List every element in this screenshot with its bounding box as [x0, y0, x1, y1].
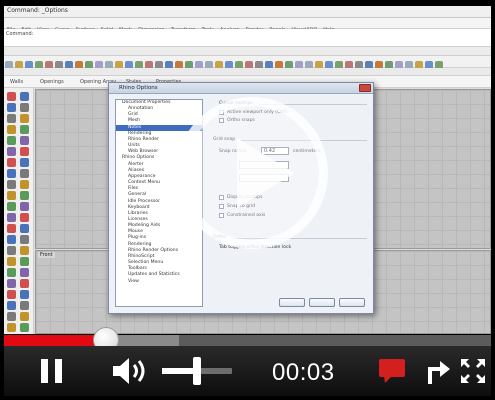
- side-tool-icon[interactable]: [7, 213, 16, 222]
- side-tool-icon[interactable]: [7, 224, 16, 233]
- toolbar-icons: [4, 56, 491, 69]
- side-tool-icon[interactable]: [20, 202, 29, 211]
- help-button[interactable]: [339, 298, 365, 307]
- side-tool-icon[interactable]: [7, 114, 16, 123]
- side-tool-icon[interactable]: [20, 235, 29, 244]
- progress-played: [4, 335, 107, 346]
- visualarq-openings[interactable]: Openings: [40, 79, 64, 85]
- side-tool-icon[interactable]: [7, 191, 16, 200]
- side-tool-icon[interactable]: [20, 103, 29, 112]
- side-tool-icon[interactable]: [20, 268, 29, 277]
- side-tool-icon[interactable]: [20, 147, 29, 156]
- side-tool-icon[interactable]: [7, 136, 16, 145]
- side-tool-icon[interactable]: [7, 147, 16, 156]
- visualarq-tabs: VisualARQ ObjectsVisualARQ Documentation…: [4, 68, 491, 83]
- side-tool-icon[interactable]: [20, 136, 29, 145]
- fullscreen-icon[interactable]: [460, 358, 486, 384]
- side-tool-icon[interactable]: [7, 92, 16, 101]
- side-tool-icon[interactable]: [20, 290, 29, 299]
- side-tool-icon[interactable]: [20, 169, 29, 178]
- side-tool-icon[interactable]: [20, 158, 29, 167]
- side-tool-icon[interactable]: [7, 323, 16, 332]
- dialog-close-button[interactable]: [359, 84, 371, 92]
- video-player: Command: _Options FileEditViewCurveSurfa…: [0, 0, 495, 400]
- play-overlay-button[interactable]: [176, 97, 328, 249]
- side-tool-icon[interactable]: [20, 279, 29, 288]
- volume-icon[interactable]: [111, 356, 149, 386]
- share-icon[interactable]: [425, 357, 451, 385]
- toolbar-tabs: StandardCPlanesSet ViewDisplaySelectView…: [4, 47, 491, 56]
- side-tool-icon[interactable]: [20, 180, 29, 189]
- command-area: Command:: [4, 29, 491, 47]
- side-tool-icon[interactable]: [7, 257, 16, 266]
- app-menubar: FileEditViewCurveSurfaceSolidMeshDimensi…: [4, 18, 491, 33]
- side-tool-icon[interactable]: [7, 125, 16, 134]
- ok-button[interactable]: [279, 298, 305, 307]
- side-tool-icon[interactable]: [7, 103, 16, 112]
- cancel-button[interactable]: [309, 298, 335, 307]
- dialog-title: Rhino Options: [119, 85, 158, 91]
- side-tool-icon[interactable]: [20, 92, 29, 101]
- current-time: 00:03: [272, 359, 335, 386]
- side-tool-icon[interactable]: [20, 213, 29, 222]
- side-tool-icon[interactable]: [20, 114, 29, 123]
- options-tree-item[interactable]: View: [116, 279, 202, 285]
- side-tool-icon[interactable]: [7, 180, 16, 189]
- viewport-label: Front: [38, 252, 55, 258]
- app-title: Command: _Options: [7, 7, 68, 14]
- side-tool-icon[interactable]: [20, 246, 29, 255]
- app-titlebar: Command: _Options: [4, 6, 491, 18]
- progress-bar[interactable]: [4, 335, 491, 346]
- pause-icon[interactable]: [41, 359, 63, 383]
- side-tool-icon[interactable]: [20, 301, 29, 310]
- annotations-icon[interactable]: [378, 358, 406, 384]
- side-tool-icon[interactable]: [7, 235, 16, 244]
- play-icon: [237, 138, 295, 208]
- side-tool-icon[interactable]: [7, 246, 16, 255]
- side-tool-icon[interactable]: [20, 224, 29, 233]
- side-tool-icon[interactable]: [7, 290, 16, 299]
- side-tool-icon[interactable]: [7, 158, 16, 167]
- side-tool-icon[interactable]: [7, 202, 16, 211]
- side-tool-icon[interactable]: [20, 125, 29, 134]
- visualarq-walls[interactable]: Walls: [10, 79, 23, 85]
- side-tool-icon[interactable]: [20, 323, 29, 332]
- volume-handle[interactable]: [193, 357, 201, 385]
- side-tool-icon[interactable]: [20, 191, 29, 200]
- side-tool-icon[interactable]: [20, 312, 29, 321]
- video-frame[interactable]: Command: _Options FileEditViewCurveSurfa…: [4, 6, 491, 334]
- side-tool-icon[interactable]: [7, 301, 16, 310]
- left-toolbar: [4, 88, 34, 334]
- side-tool-icon[interactable]: [7, 312, 16, 321]
- dialog-titlebar: Rhino Options: [109, 83, 373, 94]
- side-tool-icon[interactable]: [7, 169, 16, 178]
- player-controls: 00:03: [4, 346, 491, 396]
- volume-level: [162, 368, 197, 374]
- command-label: Command:: [6, 31, 34, 37]
- side-tool-icon[interactable]: [7, 268, 16, 277]
- side-tool-icon[interactable]: [7, 279, 16, 288]
- side-tool-icon[interactable]: [20, 257, 29, 266]
